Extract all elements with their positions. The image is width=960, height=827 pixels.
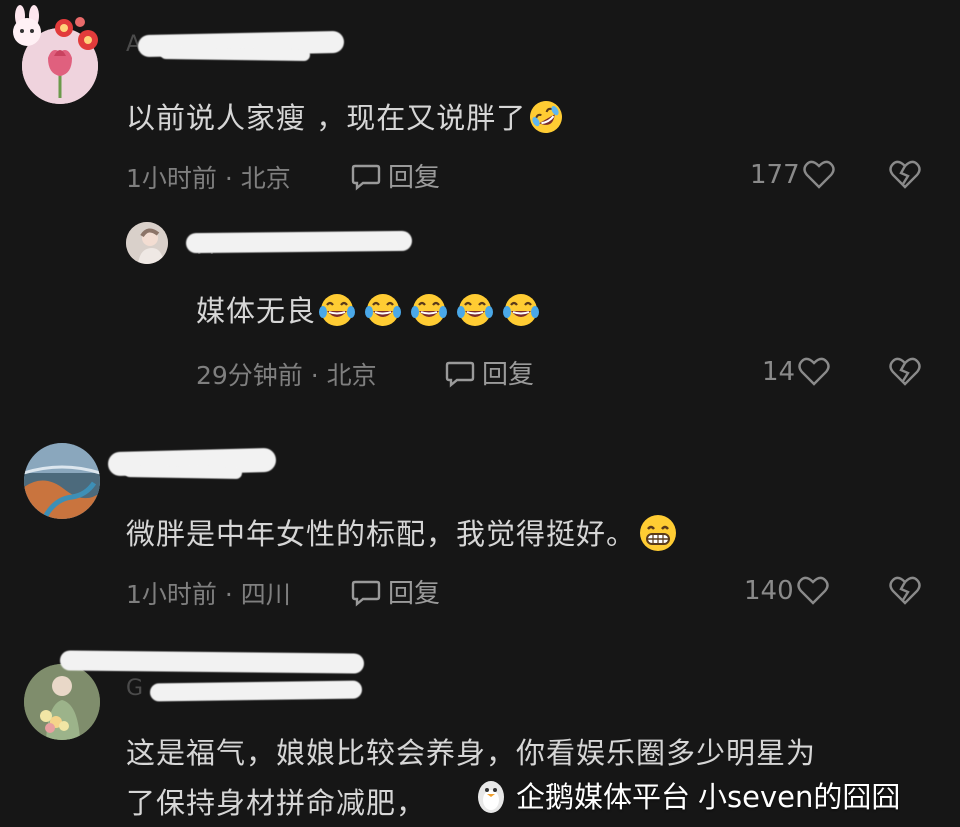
bunny-badge-icon [4, 4, 108, 52]
redacted-username-2 [185, 230, 413, 254]
like-button-3[interactable]: 140 [744, 576, 829, 606]
watermark-platform: 企鹅媒体平台 [516, 780, 691, 814]
comment-meta-1: 1小时前 · 北京 [126, 164, 291, 193]
comment-text-3-content: 微胖是中年女性的标配，我觉得挺好。 [126, 517, 637, 551]
tears-of-joy-emoji-icon [410, 291, 448, 336]
comment-meta-2: 29分钟前 · 北京 [196, 361, 377, 390]
speech-bubble-icon [351, 580, 381, 607]
tears-of-joy-emoji-icon [318, 291, 356, 336]
portrait-avatar-icon [126, 222, 168, 264]
redacted-username-3b [123, 464, 243, 480]
broken-heart-icon [889, 576, 921, 605]
username-4[interactable]: G [126, 676, 143, 701]
dislike-button-2[interactable] [888, 357, 922, 391]
broken-heart-icon [889, 357, 921, 386]
like-count-2: 14 [762, 357, 796, 387]
platform-watermark: 企鹅媒体平台 小seven的囧囧 [474, 774, 900, 816]
penguin-logo-icon [478, 781, 504, 813]
reply-label-2: 回复 [482, 360, 535, 390]
user-avatar-3[interactable] [24, 443, 100, 519]
reply-button-1[interactable]: 回复 [350, 157, 440, 194]
tears-of-joy-emoji-icon [456, 291, 494, 336]
comment-text-1: 以前说人家瘦 ，现在又说胖了 [126, 95, 564, 142]
reply-label-3: 回复 [388, 579, 441, 609]
heart-icon [802, 160, 835, 189]
dislike-button-1[interactable] [888, 160, 922, 194]
heart-icon [798, 357, 830, 386]
comment-text-2-content: 媒体无良 [196, 294, 317, 328]
redacted-username-4 [59, 650, 365, 674]
rolling-laugh-emoji-icon [528, 99, 564, 142]
redacted-username-4b [149, 680, 363, 702]
reply-button-3[interactable]: 回复 [350, 573, 440, 610]
watermark-account: 小seven的囧囧 [698, 780, 901, 814]
comment-text-3: 微胖是中年女性的标配，我觉得挺好。 [126, 511, 678, 560]
tears-of-joy-emoji-icon [364, 291, 402, 336]
redacted-username-1b [159, 46, 311, 62]
tears-of-joy-emoji-icon [502, 291, 540, 336]
comment-text-4-line-2: 了保持身材拼命减肥， [126, 786, 427, 820]
like-count-1: 177 [750, 160, 800, 190]
speech-bubble-icon [445, 361, 475, 388]
comment-feed: A 以前说人家瘦 ，现在又说胖了 1小时前 · 北京 回复 177 媒体无良 2… [0, 0, 960, 827]
comment-text-4-line-1: 这是福气，娘娘比较会养身，你看娱乐圈多少明星为 [126, 736, 817, 770]
landscape-avatar-icon [24, 443, 100, 519]
comment-text-2: 媒体无良 [196, 288, 540, 336]
like-count-3: 140 [744, 576, 794, 606]
tears-of-joy-emoji-group [316, 293, 540, 328]
comment-meta-3: 1小时前 · 四川 [126, 580, 291, 609]
comment-text-1-content: 以前说人家瘦 ，现在又说胖了 [126, 101, 527, 135]
user-avatar-2[interactable] [126, 222, 168, 264]
flowers-avatar-icon [24, 664, 100, 740]
user-avatar-4[interactable] [24, 664, 100, 740]
like-button-2[interactable]: 14 [762, 357, 830, 387]
broken-heart-icon [889, 160, 921, 189]
like-button-1[interactable]: 177 [750, 160, 835, 190]
heart-icon [796, 576, 829, 605]
reply-label-1: 回复 [388, 163, 441, 193]
speech-bubble-icon [351, 164, 381, 191]
reply-button-2[interactable]: 回复 [444, 354, 534, 391]
grinning-emoji-icon [638, 513, 678, 560]
dislike-button-3[interactable] [888, 576, 922, 610]
